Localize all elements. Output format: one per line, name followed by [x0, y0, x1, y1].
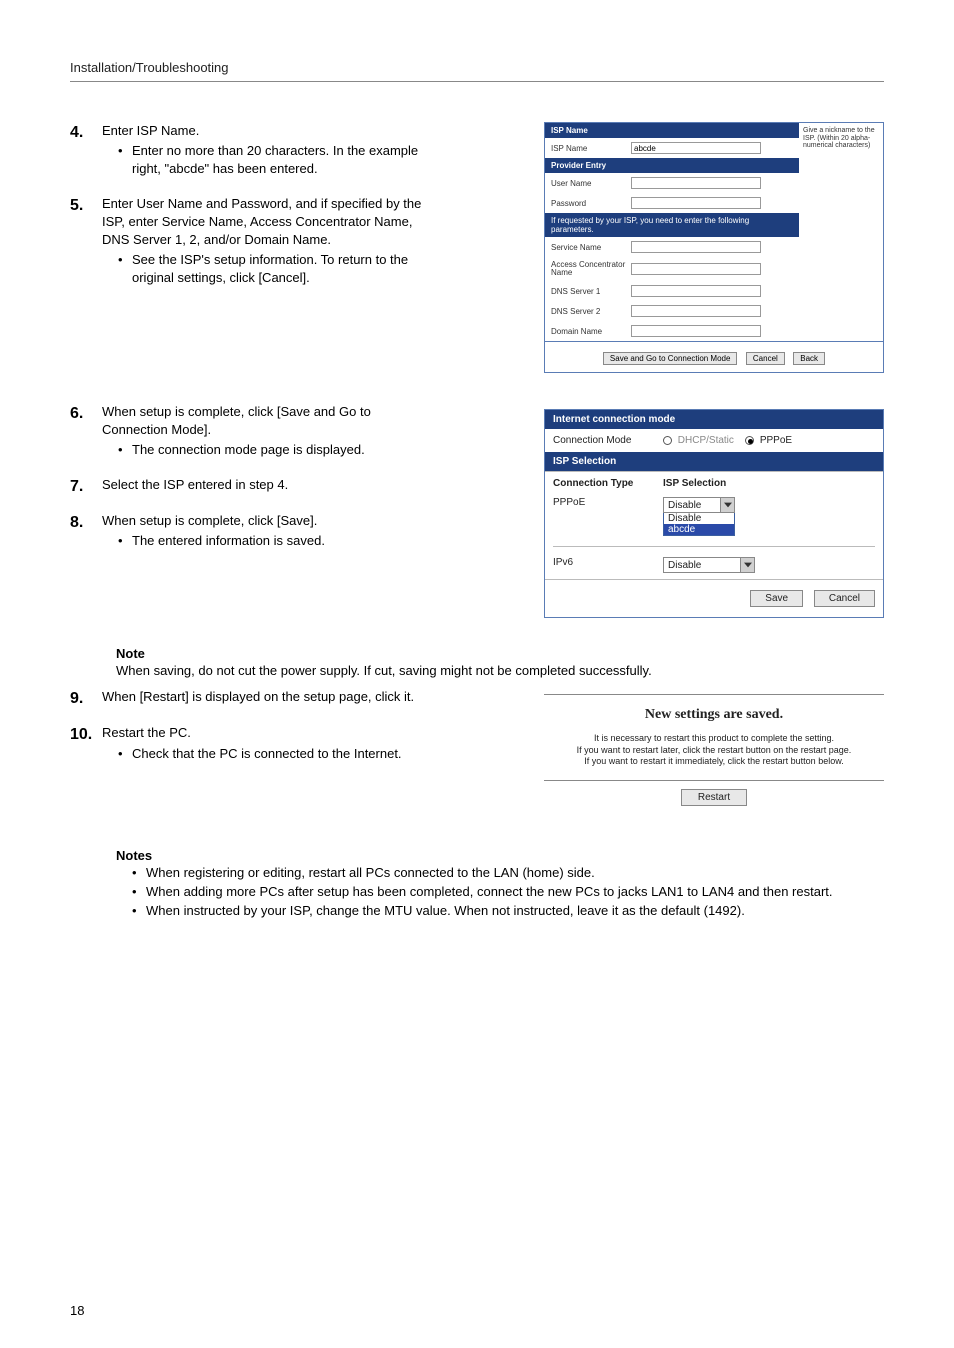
radio-pppoe-label: PPPoE: [760, 435, 792, 446]
pppoe-dropdown-value: Disable: [664, 500, 720, 511]
service-name-label: Service Name: [551, 243, 631, 252]
col-isp-selection: ISP Selection: [663, 478, 726, 489]
note-text: When saving, do not cut the power supply…: [116, 663, 884, 678]
pppoe-option-abcde[interactable]: abcde: [664, 524, 734, 535]
radio-dhcp-label: DHCP/Static: [678, 435, 734, 446]
panel-bar-isp-selection: ISP Selection: [545, 452, 883, 471]
step-number: 5.: [70, 195, 102, 290]
step-bullet: The connection mode page is displayed.: [118, 441, 440, 459]
domain-label: Domain Name: [551, 327, 631, 336]
step-bullet: The entered information is saved.: [118, 532, 440, 550]
restart-button[interactable]: Restart: [681, 789, 747, 806]
pppoe-option-disable[interactable]: Disable: [664, 513, 734, 524]
step-title: Enter ISP Name.: [102, 123, 199, 138]
step-7: 7. Select the ISP entered in step 4.: [70, 476, 440, 498]
restart-line2: If you want to restart later, click the …: [544, 745, 884, 757]
notes-heading: Notes: [116, 848, 884, 863]
dns2-label: DNS Server 2: [551, 307, 631, 316]
chevron-down-icon: [720, 498, 734, 512]
password-input[interactable]: [631, 197, 761, 209]
connection-mode-panel: Internet connection mode Connection Mode…: [544, 409, 884, 618]
pppoe-dropdown[interactable]: Disable: [663, 497, 735, 513]
step-number: 9.: [70, 688, 102, 710]
step-number: 6.: [70, 403, 102, 462]
dns1-label: DNS Server 1: [551, 287, 631, 296]
panel-bar-provider: Provider Entry: [545, 158, 799, 173]
step-number: 7.: [70, 476, 102, 498]
panel-sidenote: Give a nickname to the ISP. (Within 20 a…: [799, 123, 883, 341]
connection-mode-label: Connection Mode: [553, 435, 663, 446]
notes-item: When adding more PCs after setup has bee…: [132, 884, 884, 899]
cancel-button[interactable]: Cancel: [814, 590, 875, 607]
ac-name-label: Access Concentrator Name: [551, 261, 631, 277]
step-title: Restart the PC.: [102, 725, 191, 740]
step-bullet: Enter no more than 20 characters. In the…: [118, 142, 440, 178]
note-heading: Note: [116, 646, 884, 661]
panel-bar-conn-mode: Internet connection mode: [545, 410, 883, 429]
notes-item: When registering or editing, restart all…: [132, 865, 884, 880]
save-button[interactable]: Save: [750, 590, 803, 607]
step-9: 9. When [Restart] is displayed on the se…: [70, 688, 440, 710]
radio-pppoe[interactable]: [745, 436, 754, 445]
step-title: When [Restart] is displayed on the setup…: [102, 689, 414, 704]
dns1-input[interactable]: [631, 285, 761, 297]
step-5: 5. Enter User Name and Password, and if …: [70, 195, 440, 290]
panel-bar-isp-name: ISP Name: [545, 123, 799, 138]
step-bullet: See the ISP's setup information. To retu…: [118, 251, 440, 287]
password-label: Password: [551, 199, 631, 208]
restart-title: New settings are saved.: [544, 707, 884, 723]
step-bullet: Check that the PC is connected to the In…: [118, 745, 440, 763]
isp-name-input[interactable]: [631, 142, 761, 154]
panel-bar-optional: If requested by your ISP, you need to en…: [545, 213, 799, 237]
step-number: 10.: [70, 724, 102, 764]
notes-item: When instructed by your ISP, change the …: [132, 903, 884, 918]
step-number: 8.: [70, 512, 102, 552]
dns2-input[interactable]: [631, 305, 761, 317]
step-8: 8. When setup is complete, click [Save].…: [70, 512, 440, 552]
ipv6-dropdown[interactable]: Disable: [663, 557, 755, 573]
restart-line3: If you want to restart it immediately, c…: [544, 756, 884, 768]
ac-name-input[interactable]: [631, 263, 761, 275]
radio-dhcp[interactable]: [663, 436, 672, 445]
step-title: When setup is complete, click [Save and …: [102, 404, 371, 437]
ipv6-dropdown-value: Disable: [664, 560, 740, 571]
step-10: 10. Restart the PC. Check that the PC is…: [70, 724, 440, 764]
restart-panel: New settings are saved. It is necessary …: [544, 694, 884, 814]
domain-input[interactable]: [631, 325, 761, 337]
chevron-down-icon: [740, 558, 754, 572]
step-6: 6. When setup is complete, click [Save a…: [70, 403, 440, 462]
row-pppoe-label: PPPoE: [553, 497, 663, 508]
isp-config-panel: ISP Name ISP Name Provider Entry User Na…: [544, 122, 884, 342]
username-label: User Name: [551, 179, 631, 188]
step-title: When setup is complete, click [Save].: [102, 513, 317, 528]
step-title: Select the ISP entered in step 4.: [102, 477, 288, 492]
cancel-button[interactable]: Cancel: [746, 352, 785, 365]
restart-line1: It is necessary to restart this product …: [544, 733, 884, 745]
service-name-input[interactable]: [631, 241, 761, 253]
pppoe-dropdown-list: Disable abcde: [663, 513, 735, 536]
save-goto-button[interactable]: Save and Go to Connection Mode: [603, 352, 738, 365]
section-header: Installation/Troubleshooting: [70, 60, 884, 82]
page-number: 18: [70, 1303, 84, 1318]
back-button[interactable]: Back: [793, 352, 825, 365]
isp-name-label: ISP Name: [551, 144, 631, 153]
step-number: 4.: [70, 122, 102, 181]
username-input[interactable]: [631, 177, 761, 189]
step-title: Enter User Name and Password, and if spe…: [102, 196, 421, 247]
step-4: 4. Enter ISP Name. Enter no more than 20…: [70, 122, 440, 181]
col-connection-type: Connection Type: [553, 478, 663, 489]
row-ipv6-label: IPv6: [553, 557, 663, 568]
